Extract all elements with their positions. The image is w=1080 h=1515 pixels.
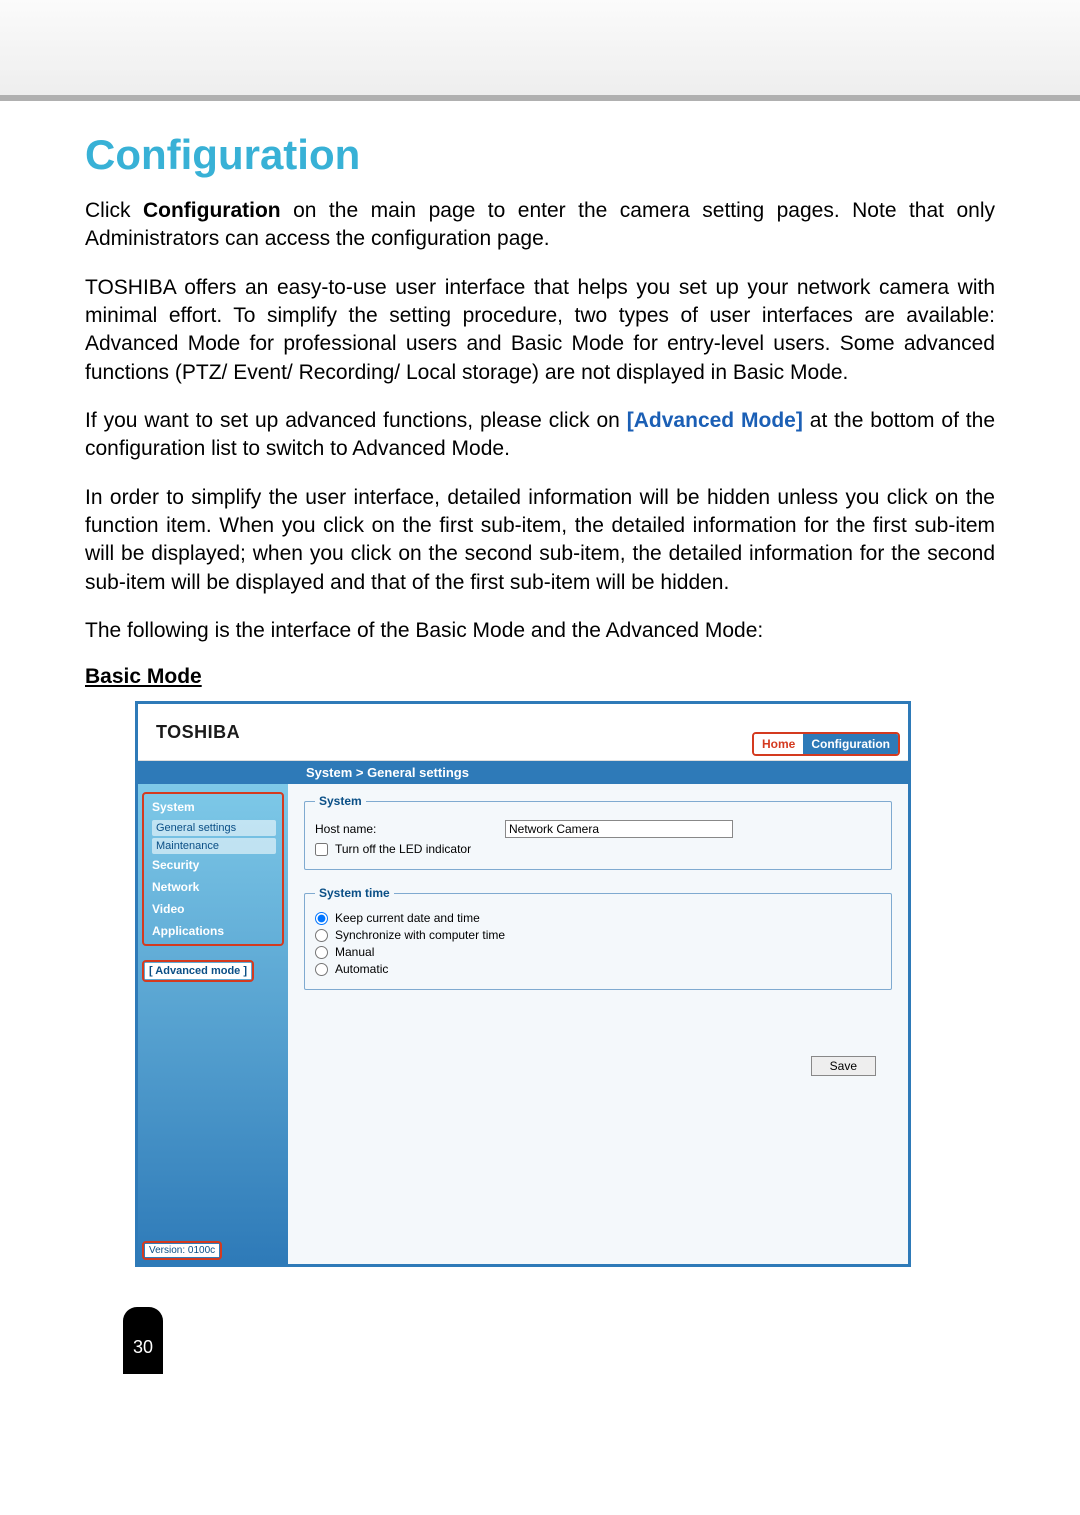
sidebar-sub-maintenance[interactable]: Maintenance: [152, 838, 276, 854]
fieldset-system: System Host name: Turn off the LED indic…: [304, 794, 892, 870]
radio-sync-computer[interactable]: [315, 929, 328, 942]
sidebar-item-network[interactable]: Network: [146, 876, 280, 898]
intro-paragraph-1: Click Configuration on the main page to …: [85, 197, 995, 254]
brand-logo: TOSHIBA: [156, 722, 240, 743]
radio-sync-computer-label: Synchronize with computer time: [335, 928, 505, 942]
sidebar-item-video[interactable]: Video: [146, 898, 280, 920]
radio-keep-current[interactable]: [315, 912, 328, 925]
breadcrumb: System > General settings: [138, 761, 908, 784]
text: Click: [85, 199, 143, 222]
led-indicator-label: Turn off the LED indicator: [335, 842, 471, 856]
text: If you want to set up advanced functions…: [85, 409, 627, 432]
advanced-mode-button[interactable]: [ Advanced mode ]: [145, 963, 251, 979]
legend-system-time: System time: [315, 886, 394, 900]
sidebar-item-system[interactable]: System: [146, 796, 280, 818]
version-highlight: Version: 0100c: [142, 1241, 222, 1260]
sidebar-sub-general-settings[interactable]: General settings: [152, 820, 276, 836]
intro-paragraph-3: If you want to set up advanced functions…: [85, 407, 995, 464]
advanced-mode-link: [Advanced Mode]: [627, 409, 803, 432]
intro-paragraph-4: In order to simplify the user interface,…: [85, 484, 995, 597]
fieldset-system-time: System time Keep current date and time S…: [304, 886, 892, 990]
sidebar-highlight-box: System General settings Maintenance Secu…: [142, 792, 284, 946]
tab-configuration[interactable]: Configuration: [803, 734, 898, 754]
intro-paragraph-5: The following is the interface of the Ba…: [85, 617, 995, 645]
tab-home[interactable]: Home: [754, 734, 803, 754]
legend-system: System: [315, 794, 366, 808]
screenshot-basic-mode: TOSHIBA Home Configuration System > Gene…: [135, 701, 911, 1267]
nav-tabs-highlight: Home Configuration: [752, 732, 900, 756]
basic-mode-heading: Basic Mode: [85, 665, 995, 689]
radio-automatic[interactable]: [315, 963, 328, 976]
page-title: Configuration: [85, 131, 995, 179]
radio-automatic-label: Automatic: [335, 962, 388, 976]
document-header-bar: [0, 0, 1080, 101]
intro-paragraph-2: TOSHIBA offers an easy-to-use user inter…: [85, 274, 995, 387]
content-area: System Host name: Turn off the LED indic…: [288, 784, 908, 1264]
page-number-badge: 30: [123, 1307, 163, 1374]
firmware-version-label: Version: 0100c: [145, 1244, 219, 1257]
sidebar-advanced-highlight: [ Advanced mode ]: [142, 960, 254, 982]
host-name-label: Host name:: [315, 822, 505, 836]
radio-manual-label: Manual: [335, 945, 374, 959]
sidebar-item-applications[interactable]: Applications: [146, 920, 280, 942]
sidebar-item-security[interactable]: Security: [146, 854, 280, 876]
text-bold: Configuration: [143, 199, 281, 222]
radio-keep-current-label: Keep current date and time: [335, 911, 480, 925]
save-button[interactable]: Save: [811, 1056, 876, 1076]
sidebar: System General settings Maintenance Secu…: [138, 784, 288, 1264]
radio-manual[interactable]: [315, 946, 328, 959]
host-name-input[interactable]: [505, 820, 733, 838]
led-indicator-checkbox[interactable]: [315, 843, 328, 856]
